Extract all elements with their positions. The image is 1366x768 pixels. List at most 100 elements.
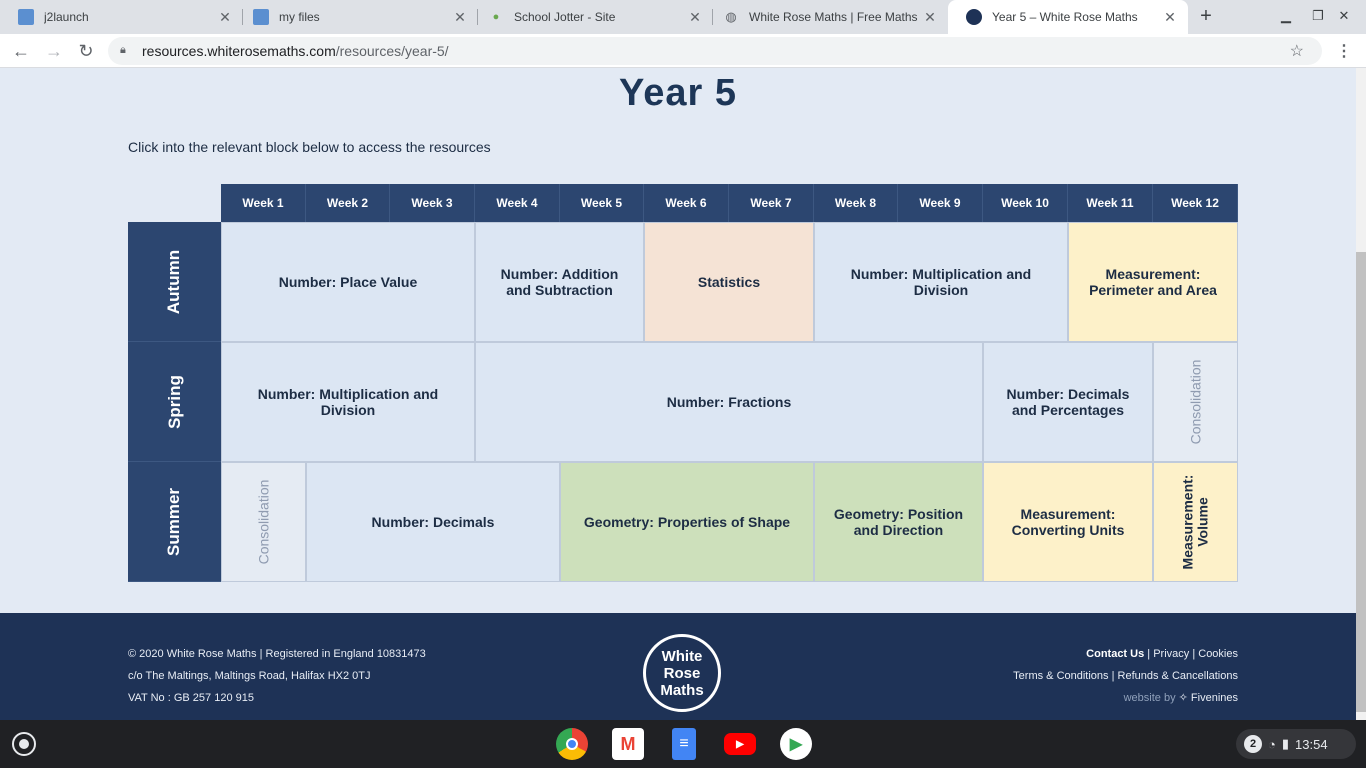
reload-icon[interactable]: ↻: [74, 39, 98, 63]
scrollbar-thumb[interactable]: [1356, 252, 1366, 712]
week-header: Week 11: [1068, 184, 1153, 222]
white-rose-maths-logo[interactable]: White Rose Maths: [643, 634, 721, 712]
block-number-multiplication-and-division[interactable]: Number: Multiplication and Division: [221, 342, 475, 462]
footer-vat: VAT No : GB 257 120 915: [128, 692, 254, 704]
tab-title: White Rose Maths | Free Maths: [749, 10, 918, 24]
week-header: Week 2: [306, 184, 390, 222]
block-measurement-volume[interactable]: Measurement: Volume: [1153, 462, 1238, 582]
block-label: Geometry: Properties of Shape: [583, 514, 791, 530]
j2-icon: [253, 9, 269, 25]
term-name: Autumn: [164, 249, 184, 314]
block-label: Number: Addition and Subtraction: [500, 266, 619, 298]
logo-word: Rose: [663, 664, 701, 682]
notification-count: 2: [1244, 735, 1262, 753]
block-geometry-position-and-direction[interactable]: Geometry: Position and Direction: [814, 462, 983, 582]
block-label: Measurement: Perimeter and Area: [1089, 266, 1217, 298]
tab-year-5[interactable]: Year 5 – White Rose Maths ✕: [948, 0, 1188, 34]
lock-icon: 🔒︎: [120, 44, 126, 56]
block-measurement-perimeter-and-area[interactable]: Measurement: Perimeter and Area: [1068, 222, 1238, 342]
block-consolidation[interactable]: Consolidation: [221, 462, 306, 582]
play-store-icon[interactable]: ▶: [780, 728, 812, 760]
fivenines-link[interactable]: Fivenines: [1191, 692, 1238, 704]
block-label: Number: Decimals and Percentages: [1006, 386, 1130, 418]
tab-title: Year 5 – White Rose Maths: [992, 10, 1138, 24]
privacy-link[interactable]: Privacy: [1153, 648, 1189, 660]
chrome-icon[interactable]: [556, 728, 588, 760]
website-by-text: website by: [1123, 692, 1176, 704]
block-consolidation[interactable]: Consolidation: [1153, 342, 1238, 462]
block-statistics[interactable]: Statistics: [644, 222, 814, 342]
restore-icon[interactable]: ❐: [1308, 8, 1328, 24]
tab-j2launch[interactable]: j2launch ✕: [0, 0, 243, 34]
clock: 13:54: [1295, 736, 1328, 752]
block-label: Number: Decimals: [371, 514, 495, 530]
close-icon[interactable]: ✕: [1162, 9, 1178, 26]
launcher-button[interactable]: [12, 732, 36, 756]
docs-icon[interactable]: ≡: [672, 728, 696, 760]
address-bar[interactable]: 🔒︎ resources.whiterosemaths.com/resource…: [108, 37, 1322, 65]
site-footer: © 2020 White Rose Maths | Registered in …: [0, 613, 1356, 720]
block-label: Measurement: Volume: [1179, 474, 1211, 570]
term-name: Spring: [164, 374, 184, 429]
page-content: Year 5 Click into the relevant block bel…: [0, 68, 1356, 720]
terms-link[interactable]: Terms & Conditions: [1013, 670, 1108, 682]
block-label: Consolidation: [255, 479, 272, 565]
block-number-multiplication-and-division[interactable]: Number: Multiplication and Division: [814, 222, 1068, 342]
week-header: Week 10: [983, 184, 1068, 222]
close-icon[interactable]: ✕: [452, 9, 468, 26]
block-number-decimals-and-percentages[interactable]: Number: Decimals and Percentages: [983, 342, 1153, 462]
block-number-addition-and-subtraction[interactable]: Number: Addition and Subtraction: [475, 222, 644, 342]
week-header: Week 6: [644, 184, 729, 222]
system-tray[interactable]: 2 ◔ ▮ 13:54: [1236, 729, 1356, 759]
tab-school-jotter[interactable]: ● School Jotter - Site ✕: [470, 0, 713, 34]
bookmark-star-icon[interactable]: ☆: [1290, 41, 1304, 61]
refunds-link[interactable]: Refunds & Cancellations: [1118, 670, 1238, 682]
block-geometry-properties-of-shape[interactable]: Geometry: Properties of Shape: [560, 462, 814, 582]
tab-white-rose-maths[interactable]: ◍ White Rose Maths | Free Maths ✕: [705, 0, 948, 34]
footer-address: c/o The Maltings, Maltings Road, Halifax…: [128, 670, 371, 682]
block-label: Measurement: Converting Units: [1011, 506, 1125, 538]
minimize-icon[interactable]: ▁: [1276, 8, 1296, 24]
battery-icon: ▮: [1281, 736, 1290, 751]
browser-toolbar: ← → ↻ 🔒︎ resources.whiterosemaths.com/re…: [0, 34, 1366, 68]
footer-copyright: © 2020 White Rose Maths | Registered in …: [128, 648, 426, 660]
week-header: Week 3: [390, 184, 475, 222]
forward-icon[interactable]: →: [42, 39, 66, 63]
youtube-icon[interactable]: ▶: [724, 733, 756, 755]
j2-icon: [18, 9, 34, 25]
block-number-place-value[interactable]: Number: Place Value: [221, 222, 475, 342]
new-tab-button[interactable]: +: [1194, 5, 1218, 29]
url-path: /resources/year-5/: [335, 43, 449, 59]
fivenines-icon: ✧: [1178, 692, 1188, 704]
contact-us-link[interactable]: Contact Us: [1086, 648, 1144, 660]
term-label-spring: Spring: [128, 342, 221, 462]
gmail-icon[interactable]: M: [612, 728, 644, 760]
block-label: Geometry: Position and Direction: [833, 506, 964, 538]
block-number-decimals[interactable]: Number: Decimals: [306, 462, 560, 582]
block-measurement-converting-units[interactable]: Measurement: Converting Units: [983, 462, 1153, 582]
close-icon[interactable]: ✕: [922, 9, 938, 26]
block-label: Number: Multiplication and Division: [850, 266, 1032, 298]
wrm-icon: [966, 9, 982, 25]
scheme-of-learning-grid: Week 1 Week 2 Week 3 Week 4 Week 5 Week 6 Week…: [128, 184, 1238, 582]
week-header: Week 7: [729, 184, 814, 222]
os-shelf: M ≡ ▶ ▶ 2 ◔ ▮ 13:54: [0, 720, 1366, 768]
close-window-icon[interactable]: ✕: [1334, 8, 1354, 24]
week-header: Week 9: [898, 184, 983, 222]
back-icon[interactable]: ←: [9, 39, 33, 63]
block-label: Statistics: [697, 274, 761, 290]
term-name: Summer: [164, 487, 184, 556]
block-label: Consolidation: [1187, 359, 1204, 445]
block-number-fractions[interactable]: Number: Fractions: [475, 342, 983, 462]
menu-kebab-icon[interactable]: ⋮: [1336, 41, 1352, 61]
close-icon[interactable]: ✕: [217, 9, 233, 26]
tab-my-files[interactable]: my files ✕: [235, 0, 478, 34]
tab-title: School Jotter - Site: [514, 10, 616, 24]
close-icon[interactable]: ✕: [687, 9, 703, 26]
cookies-link[interactable]: Cookies: [1198, 648, 1238, 660]
wifi-icon: ◔: [1268, 736, 1276, 752]
block-label: Number: Place Value: [278, 274, 418, 290]
block-label: Number: Multiplication and Division: [257, 386, 439, 418]
footer-company-info: © 2020 White Rose Maths | Registered in …: [128, 643, 426, 709]
url-host: resources.whiterosemaths.com: [142, 43, 336, 59]
